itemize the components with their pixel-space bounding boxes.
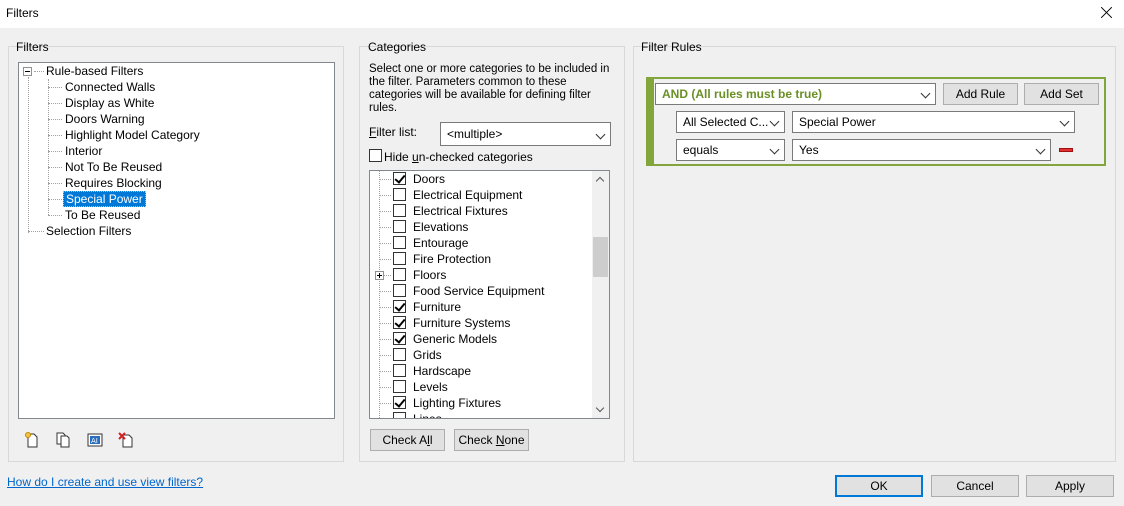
category-label: Hardscape: [413, 364, 472, 378]
tree-item[interactable]: Interior: [63, 143, 104, 159]
title-bar: [0, 0, 1124, 28]
category-scrollbar[interactable]: [592, 171, 609, 418]
new-filter-icon[interactable]: [24, 432, 40, 448]
category-label: Lighting Fixtures: [413, 396, 502, 410]
chevron-down-icon: [595, 129, 606, 140]
add-rule-button[interactable]: Add Rule: [943, 83, 1018, 105]
expand-icon[interactable]: [375, 271, 384, 280]
category-checkbox[interactable]: [393, 188, 406, 201]
category-checkbox[interactable]: [393, 268, 406, 281]
parameter-dropdown[interactable]: Special Power: [792, 111, 1075, 133]
category-label: Elevations: [413, 220, 469, 234]
category-label: Food Service Equipment: [413, 284, 545, 298]
category-label: Generic Models: [413, 332, 498, 346]
category-label: Lines: [413, 412, 442, 419]
add-set-button[interactable]: Add Set: [1024, 83, 1099, 105]
category-label: Furniture: [413, 300, 462, 314]
category-checkbox[interactable]: [393, 332, 406, 345]
filter-tree[interactable]: Rule-based Filters Connected Walls Displ…: [18, 62, 335, 419]
category-checkbox[interactable]: [393, 284, 406, 297]
scroll-down-icon[interactable]: [595, 403, 605, 413]
category-label: Grids: [413, 348, 442, 362]
tree-item[interactable]: Requires Blocking: [63, 175, 164, 191]
category-label: Doors: [413, 172, 446, 186]
filters-panel-label: Filters: [16, 40, 49, 54]
category-checkbox[interactable]: [393, 220, 406, 233]
hide-unchecked-checkbox[interactable]: [369, 149, 382, 162]
category-checkbox[interactable]: [393, 316, 406, 329]
parameter-category-value: All Selected C...: [683, 115, 769, 129]
duplicate-filter-icon[interactable]: [55, 432, 71, 448]
tree-item[interactable]: Display as White: [63, 95, 156, 111]
value-dropdown[interactable]: Yes: [792, 139, 1051, 161]
category-label: Electrical Fixtures: [413, 204, 508, 218]
check-none-button[interactable]: Check None: [454, 429, 529, 451]
categories-description: Select one or more categories to be incl…: [369, 63, 610, 114]
collapse-icon[interactable]: [23, 67, 32, 76]
filter-list-value: <multiple>: [447, 127, 503, 141]
category-label: Fire Protection: [413, 252, 492, 266]
category-checkbox[interactable]: [393, 252, 406, 265]
category-label: Furniture Systems: [413, 316, 511, 330]
window-title: Filters: [6, 6, 39, 20]
tree-item-selected[interactable]: Special Power: [63, 191, 146, 207]
category-checkbox[interactable]: [393, 236, 406, 249]
category-checkbox[interactable]: [393, 300, 406, 313]
check-all-button[interactable]: Check All: [370, 429, 445, 451]
category-label: Levels: [413, 380, 448, 394]
rule-logic-value: AND (All rules must be true): [662, 87, 823, 101]
filter-rules-label: Filter Rules: [641, 40, 702, 54]
chevron-down-icon: [769, 116, 780, 127]
rule-value: Yes: [799, 143, 819, 157]
parameter-value: Special Power: [799, 115, 876, 129]
categories-panel-label: Categories: [368, 40, 427, 54]
operator-dropdown[interactable]: equals: [676, 139, 785, 161]
parameter-category-dropdown[interactable]: All Selected C...: [676, 111, 785, 133]
hide-unchecked-label: Hide un-checked categories: [384, 150, 533, 164]
delete-filter-icon[interactable]: [118, 432, 134, 448]
category-checkbox[interactable]: [393, 364, 406, 377]
tree-item[interactable]: Connected Walls: [63, 79, 157, 95]
category-label: Electrical Equipment: [413, 188, 523, 202]
category-label: Floors: [413, 268, 447, 282]
chevron-down-icon: [769, 144, 780, 155]
chevron-down-icon: [1035, 144, 1046, 155]
filter-list-label-rest: ilter list:: [376, 125, 418, 139]
apply-button[interactable]: Apply: [1026, 475, 1114, 497]
ok-button[interactable]: OK: [835, 475, 923, 497]
category-checkbox[interactable]: [393, 172, 406, 185]
rename-filter-icon[interactable]: AI: [87, 432, 103, 448]
help-link[interactable]: How do I create and use view filters?: [7, 475, 203, 489]
tree-root-rule-based[interactable]: Rule-based Filters: [44, 63, 145, 79]
category-list[interactable]: Doors Electrical Equipment Electrical Fixt…: [369, 170, 610, 419]
tree-root-selection[interactable]: Selection Filters: [44, 223, 133, 239]
close-icon[interactable]: [1096, 2, 1118, 24]
category-checkbox[interactable]: [393, 412, 406, 418]
scroll-thumb[interactable]: [593, 237, 608, 277]
tree-item[interactable]: Doors Warning: [63, 111, 147, 127]
category-label: Entourage: [413, 236, 469, 250]
category-checkbox[interactable]: [393, 380, 406, 393]
filter-list-label: Filter list:: [369, 125, 418, 139]
cancel-button[interactable]: Cancel: [931, 475, 1019, 497]
tree-item[interactable]: To Be Reused: [63, 207, 142, 223]
chevron-down-icon: [1059, 116, 1070, 127]
tree-item[interactable]: Highlight Model Category: [63, 127, 202, 143]
chevron-down-icon: [920, 88, 931, 99]
category-checkbox[interactable]: [393, 396, 406, 409]
tree-item[interactable]: Not To Be Reused: [63, 159, 164, 175]
category-checkbox[interactable]: [393, 204, 406, 217]
svg-text:AI: AI: [91, 437, 98, 445]
rule-logic-dropdown[interactable]: AND (All rules must be true): [655, 83, 936, 105]
operator-value: equals: [683, 143, 719, 157]
remove-rule-icon[interactable]: [1059, 148, 1073, 152]
scroll-up-icon[interactable]: [595, 176, 605, 186]
category-checkbox[interactable]: [393, 348, 406, 361]
filter-list-dropdown[interactable]: <multiple>: [440, 122, 611, 146]
